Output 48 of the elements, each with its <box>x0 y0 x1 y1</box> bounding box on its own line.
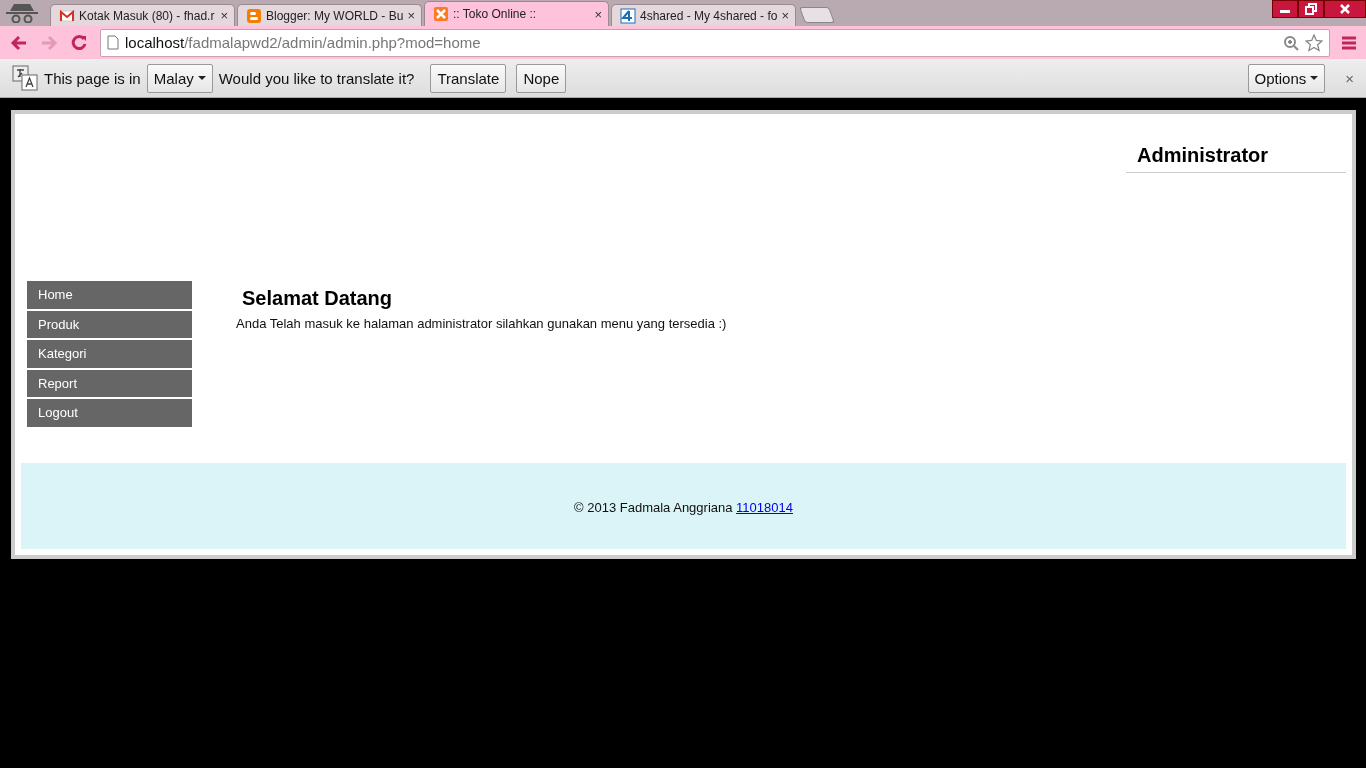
menu-item[interactable]: Kategori <box>27 340 192 368</box>
header-title: Administrator <box>1126 144 1346 173</box>
welcome-message: Anda Telah masuk ke halaman administrator silahkan gunakan menu yang tersedia :) <box>236 316 727 332</box>
browser-tab[interactable]: Blogger: My WORLD - Bu × <box>237 4 422 26</box>
reload-icon[interactable] <box>70 33 88 52</box>
menu-item[interactable]: Logout <box>27 399 192 427</box>
tab-title: Kotak Masuk (80) - fhad.r <box>79 8 216 23</box>
close-icon[interactable]: × <box>220 8 228 23</box>
copyright-text: © 2013 Fadmala Anggriana 11018014 <box>574 499 793 515</box>
language-dropdown[interactable]: Malay <box>146 63 213 93</box>
envelope-icon <box>59 7 75 24</box>
options-dropdown[interactable]: Options <box>1247 63 1326 93</box>
menu-icon[interactable] <box>1342 35 1356 50</box>
page-icon <box>107 35 119 50</box>
translate-question: Would you like to translate it? <box>218 69 415 87</box>
translate-message: This page is in <box>44 69 141 87</box>
page-heading: Selamat Datang <box>242 287 394 311</box>
menu-item[interactable]: Produk <box>27 310 192 339</box>
tab-title: Blogger: My WORLD - Bu <box>266 8 404 23</box>
close-button[interactable] <box>1324 0 1366 18</box>
star-icon[interactable] <box>1305 33 1323 52</box>
translate-icon <box>12 65 38 91</box>
new-tab-button[interactable] <box>799 7 835 23</box>
close-icon[interactable]: × <box>781 8 789 23</box>
address-bar[interactable]: localhost/fadmalapwd2/admin/admin.php?mod=home <box>100 28 1330 57</box>
back-icon[interactable] <box>10 34 28 51</box>
browser-tab[interactable]: Kotak Masuk (80) - fhad.r × <box>50 4 235 26</box>
close-icon[interactable]: × <box>407 8 415 23</box>
menu-item[interactable]: Report <box>27 369 192 398</box>
minimize-button[interactable] <box>1272 0 1298 18</box>
menu-item[interactable]: Home <box>27 281 192 309</box>
blog-icon <box>246 7 262 24</box>
browser-tab[interactable]: :: Toko Online :: × <box>424 1 609 26</box>
url-text: localhost/fadmalapwd2/admin/admin.php?mod=home <box>125 34 481 51</box>
zoom-icon[interactable] <box>1283 34 1299 51</box>
close-icon[interactable]: × <box>594 6 602 22</box>
footer-link[interactable]: 11018014 <box>736 499 793 515</box>
browser-tab[interactable]: 4shared - My 4shared - fo × <box>611 4 796 26</box>
tab-title: 4shared - My 4shared - fo <box>640 8 778 23</box>
dismiss-button[interactable]: Nope <box>516 63 567 93</box>
tab-title: :: Toko Online :: <box>453 7 538 21</box>
app-icon <box>433 6 449 22</box>
translate-button[interactable]: Translate <box>430 63 507 93</box>
restore-button[interactable] <box>1298 0 1324 18</box>
close-icon <box>1339 3 1351 15</box>
close-button[interactable]: × <box>1345 69 1354 87</box>
restore-icon <box>1305 3 1317 15</box>
four-icon <box>620 7 636 24</box>
